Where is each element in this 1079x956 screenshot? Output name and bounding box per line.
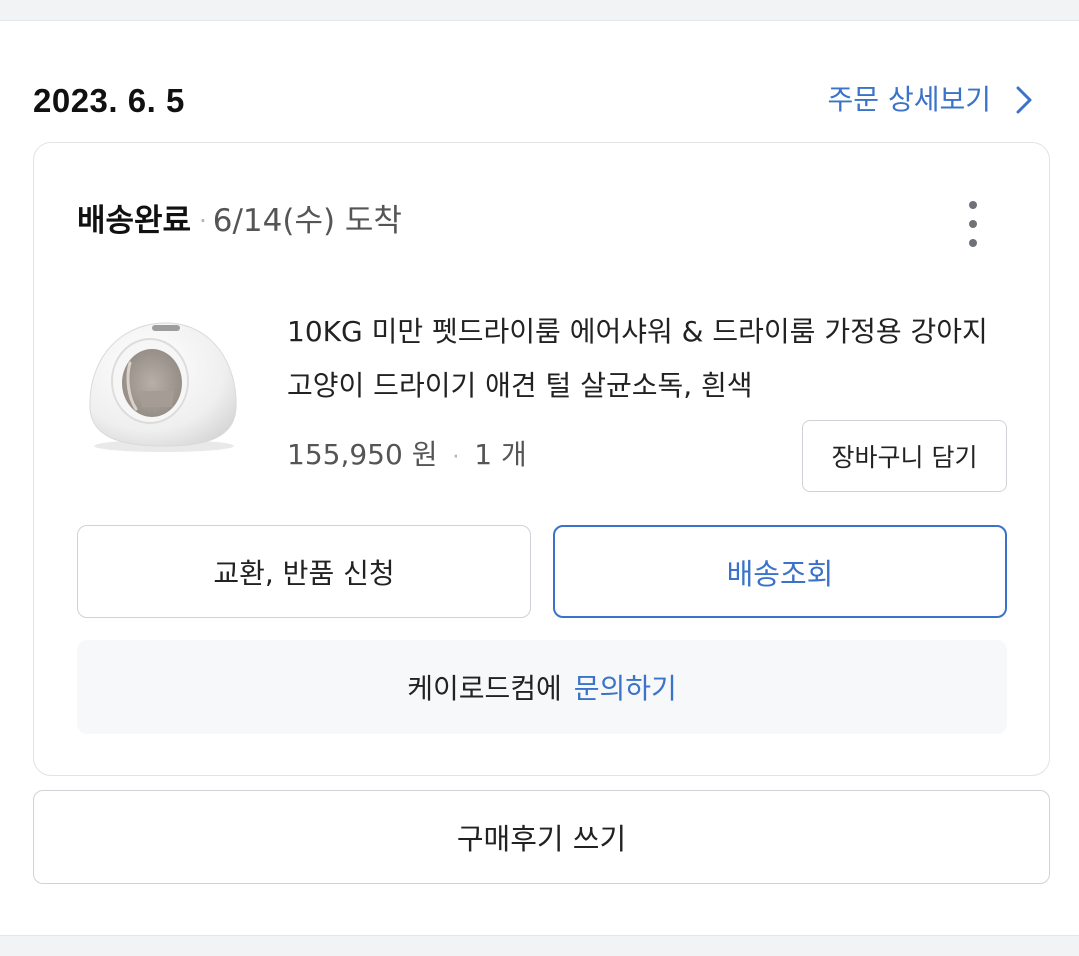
kebab-dot (969, 220, 977, 228)
order-detail-link[interactable]: 주문 상세보기 (828, 78, 1035, 122)
shipment-status: 배송완료 (77, 203, 192, 239)
order-card: 배송완료 · 6/14(수) 도착 10KG 미만 펫드라이룸 에어샤워 & 드… (33, 142, 1050, 776)
product-thumbnail[interactable] (82, 313, 242, 453)
price-row: 155,950 원 · 1 개 (287, 433, 527, 480)
more-vertical-icon[interactable] (963, 201, 983, 247)
add-to-cart-button[interactable]: 장바구니 담기 (802, 420, 1007, 492)
exchange-return-button[interactable]: 교환, 반품 신청 (77, 525, 531, 618)
product-quantity: 1 개 (474, 438, 527, 471)
chevron-right-icon (1016, 86, 1032, 114)
order-detail-label: 주문 상세보기 (827, 83, 991, 116)
top-strip (0, 0, 1079, 20)
write-review-button[interactable]: 구매후기 쓰기 (33, 790, 1050, 884)
shipment-status-row: 배송완료 · 6/14(수) 도착 (77, 199, 402, 243)
arrival-date: 6/14(수) 도착 (212, 203, 402, 239)
seller-inquiry: 케이로드컴에 문의하기 (77, 640, 1007, 734)
track-shipment-button[interactable]: 배송조회 (553, 525, 1007, 618)
seller-inquiry-text: 케이로드컴에 (407, 672, 562, 705)
price-separator: · (452, 445, 460, 470)
product-name[interactable]: 10KG 미만 펫드라이룸 에어샤워 & 드라이룸 가정용 강아지 고양이 드라… (287, 305, 1002, 413)
kebab-dot (969, 201, 977, 209)
kebab-dot (969, 239, 977, 247)
inquiry-link[interactable]: 문의하기 (574, 667, 677, 707)
product-price: 155,950 원 (287, 438, 438, 471)
status-separator: · (199, 207, 207, 235)
order-date: 2023. 6. 5 (33, 82, 185, 119)
